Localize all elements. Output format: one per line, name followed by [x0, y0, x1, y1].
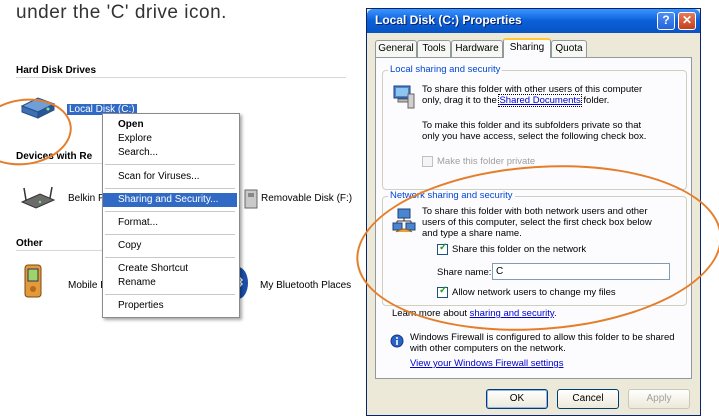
group-hard-disk-drives: Hard Disk Drives: [16, 65, 97, 76]
menu-item-scan-viruses[interactable]: Scan for Viruses...: [103, 170, 237, 184]
make-private-label: Make this folder private: [437, 156, 536, 167]
local-sharing-title: Local sharing and security: [388, 64, 503, 75]
tab-hardware[interactable]: Hardware: [451, 40, 503, 57]
firewall-text: Windows Firewall is configured to allow …: [410, 332, 684, 354]
dialog-title: Local Disk (C:) Properties: [375, 13, 522, 27]
menu-separator: [105, 234, 235, 235]
group-divider: [16, 77, 346, 78]
menu-separator: [105, 211, 235, 212]
local-para-1-c: folder.: [583, 95, 610, 106]
firewall-line-1: Windows Firewall is configured to allow …: [410, 332, 675, 343]
dialog-titlebar[interactable]: Local Disk (C:) Properties ? ✕: [367, 9, 700, 33]
menu-item-properties[interactable]: Properties: [103, 299, 237, 313]
menu-item-explore[interactable]: Explore: [103, 132, 237, 146]
tab-sharing[interactable]: Sharing: [503, 38, 551, 58]
removable-disk-label[interactable]: Removable Disk (F:): [261, 193, 352, 204]
menu-separator: [105, 188, 235, 189]
bluetooth-places-label[interactable]: My Bluetooth Places: [260, 280, 351, 291]
local-para-1: To share this folder with other users of…: [422, 84, 684, 107]
menu-item-format[interactable]: Format...: [103, 216, 237, 230]
menu-separator: [105, 164, 235, 165]
local-para-2-a: To make this folder and its subfolders p…: [422, 120, 642, 131]
help-button[interactable]: ?: [657, 12, 675, 30]
menu-item-sharing-security[interactable]: Sharing and Security...: [103, 193, 237, 207]
local-para-2-b: only you have access, select the followi…: [422, 131, 647, 142]
menu-item-copy[interactable]: Copy: [103, 239, 237, 253]
mobile-device-icon[interactable]: [22, 264, 46, 300]
firewall-settings-link[interactable]: View your Windows Firewall settings: [410, 358, 563, 369]
caption-text: under the 'C' drive icon.: [16, 2, 227, 23]
tab-tools[interactable]: Tools: [417, 40, 451, 57]
menu-item-create-shortcut[interactable]: Create Shortcut: [103, 262, 237, 276]
menu-item-open[interactable]: Open: [103, 118, 237, 132]
info-icon: [390, 334, 404, 348]
group-divider: [16, 250, 102, 251]
local-para-2: To make this folder and its subfolders p…: [422, 120, 684, 142]
local-para-1-a: To share this folder with other users of…: [422, 84, 643, 95]
context-menu: Open Explore Search... Scan for Viruses.…: [102, 113, 240, 318]
apply-button[interactable]: Apply: [628, 389, 690, 409]
network-device-icon[interactable]: [20, 186, 56, 210]
belkin-label[interactable]: Belkin F: [68, 193, 104, 204]
close-button[interactable]: ✕: [678, 12, 696, 30]
firewall-line-2: with other computers on the network.: [410, 343, 566, 354]
ok-button[interactable]: OK: [486, 389, 548, 409]
make-private-checkbox[interactable]: [422, 156, 433, 167]
group-other: Other: [16, 238, 43, 249]
shared-documents-link[interactable]: Shared Documents: [498, 94, 582, 107]
cancel-button[interactable]: Cancel: [557, 389, 619, 409]
menu-separator: [105, 294, 235, 295]
local-para-1-b: only, drag it to the: [422, 95, 497, 106]
computer-icon: [392, 84, 416, 110]
menu-item-search[interactable]: Search...: [103, 146, 237, 160]
tab-general[interactable]: General: [375, 40, 417, 57]
menu-separator: [105, 257, 235, 258]
menu-item-rename[interactable]: Rename: [103, 276, 237, 290]
tab-quota[interactable]: Quota: [551, 40, 587, 57]
